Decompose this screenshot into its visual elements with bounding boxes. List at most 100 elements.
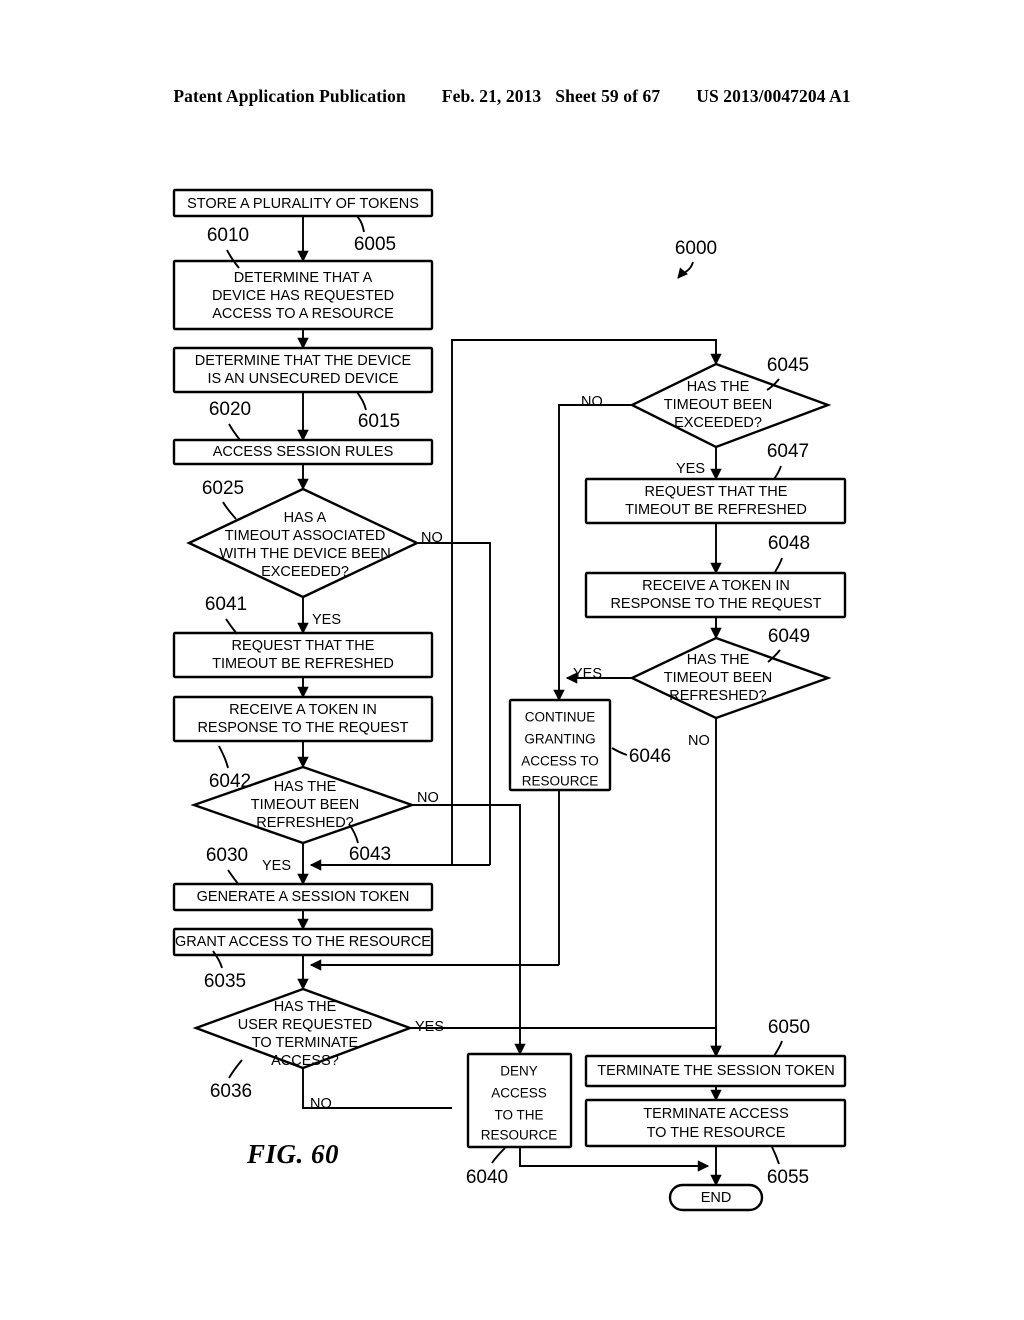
branch-6049-yes: YES — [573, 666, 602, 682]
node-6040-line2: ACCESS — [491, 1086, 547, 1101]
branch-6045-no: NO — [581, 394, 603, 410]
node-6055-line2: TO THE RESOURCE — [647, 1125, 786, 1141]
node-6049-line2: TIMEOUT BEEN — [664, 670, 773, 686]
ref-6045: 6045 — [767, 355, 809, 376]
node-6055-line1: TERMINATE ACCESS — [643, 1106, 789, 1122]
node-6049-line3: REFRESHED? — [669, 688, 767, 704]
node-6043-line3: REFRESHED? — [256, 815, 354, 831]
ref-6047: 6047 — [767, 441, 809, 462]
node-6047-line1: REQUEST THAT THE — [645, 484, 788, 500]
node-6042-line2: RESPONSE TO THE REQUEST — [197, 720, 408, 736]
node-6046-line1: CONTINUE — [525, 710, 596, 725]
node-6043-line2: TIMEOUT BEEN — [251, 797, 360, 813]
node-6040-line4: RESOURCE — [481, 1128, 558, 1143]
edge-6045-no-6046 — [553, 404, 632, 702]
branch-6043-no: NO — [417, 790, 439, 806]
leader-6055 — [771, 1146, 780, 1165]
node-6045: HAS THE TIMEOUT BEEN EXCEEDED? — [629, 362, 832, 449]
leader-6040 — [491, 1147, 506, 1164]
node-6010: DETERMINE THAT A DEVICE HAS REQUESTED AC… — [172, 259, 434, 331]
node-6005-line1: STORE A PLURALITY OF TOKENS — [187, 196, 419, 212]
node-6015-line2: IS AN UNSECURED DEVICE — [208, 371, 399, 387]
ref-6040: 6040 — [466, 1167, 508, 1188]
leader-6036 — [228, 1059, 243, 1079]
node-6025-line2: TIMEOUT ASSOCIATED — [225, 528, 386, 544]
node-6042: RECEIVE A TOKEN IN RESPONSE TO THE REQUE… — [172, 695, 434, 743]
node-6045-line3: EXCEEDED? — [674, 415, 762, 431]
node-6046: CONTINUE GRANTING ACCESS TO RESOURCE — [508, 698, 612, 792]
node-6036-line2: USER REQUESTED — [238, 1017, 373, 1033]
edge-6036-yes — [410, 1027, 722, 1058]
node-6030-line1: GENERATE A SESSION TOKEN — [197, 889, 410, 905]
node-6015: DETERMINE THAT THE DEVICE IS AN UNSECURE… — [172, 346, 434, 394]
node-6036-line4: ACCESS? — [271, 1053, 339, 1069]
leader-6000 — [677, 261, 694, 279]
ref-6036: 6036 — [210, 1081, 252, 1102]
ref-6000: 6000 — [675, 238, 717, 259]
ref-6020: 6020 — [209, 399, 251, 420]
ref-6015: 6015 — [358, 411, 400, 432]
node-6025-line3: WITH THE DEVICE BEEN — [219, 546, 390, 562]
branch-6043-yes: YES — [262, 858, 291, 874]
node-6045-line2: TIMEOUT BEEN — [664, 397, 773, 413]
leader-6047 — [773, 465, 782, 480]
ref-6042: 6042 — [209, 771, 251, 792]
node-6047: REQUEST THAT THE TIMEOUT BE REFRESHED — [584, 477, 847, 525]
leader-6046 — [611, 747, 628, 756]
node-6040-line1: DENY — [500, 1064, 538, 1079]
node-6025-line1: HAS A — [284, 510, 327, 526]
node-6005: STORE A PLURALITY OF TOKENS — [172, 188, 434, 218]
leader-6041 — [225, 618, 238, 635]
node-6048-line2: RESPONSE TO THE REQUEST — [610, 596, 821, 612]
ref-6005: 6005 — [354, 234, 396, 255]
ref-6025: 6025 — [202, 478, 244, 499]
node-6036-line1: HAS THE — [274, 999, 337, 1015]
ref-6041: 6041 — [205, 594, 247, 615]
patent-page: Patent Application Publication Feb. 21, … — [0, 0, 1024, 1320]
node-6020: ACCESS SESSION RULES — [172, 438, 434, 466]
node-6015-line1: DETERMINE THAT THE DEVICE — [195, 353, 412, 369]
leader-6005 — [356, 215, 365, 233]
node-6036: HAS THE USER REQUESTED TO TERMINATE ACCE… — [192, 987, 414, 1070]
node-6043-line1: HAS THE — [274, 779, 337, 795]
leader-6050 — [773, 1040, 783, 1057]
leader-6048 — [774, 557, 783, 573]
ref-6055: 6055 — [767, 1167, 809, 1188]
node-6025-line4: EXCEEDED? — [261, 564, 349, 580]
node-6035: GRANT ACCESS TO THE RESOURCE — [172, 927, 434, 957]
ref-6030: 6030 — [206, 845, 248, 866]
node-6046-line4: RESOURCE — [522, 774, 599, 789]
node-6035-line1: GRANT ACCESS TO THE RESOURCE — [175, 934, 431, 950]
ref-6010: 6010 — [207, 225, 249, 246]
node-6040-line3: TO THE — [494, 1108, 543, 1123]
ref-6049: 6049 — [768, 626, 810, 647]
node-6047-line2: TIMEOUT BE REFRESHED — [625, 502, 807, 518]
node-6049: HAS THE TIMEOUT BEEN REFRESHED? — [629, 636, 832, 720]
node-end-label: END — [701, 1190, 732, 1206]
node-6040: DENY ACCESS TO THE RESOURCE — [466, 1052, 573, 1149]
node-6020-line1: ACCESS SESSION RULES — [213, 444, 394, 460]
node-6042-line1: RECEIVE A TOKEN IN — [229, 702, 377, 718]
node-6030: GENERATE A SESSION TOKEN — [172, 882, 434, 912]
ref-6050: 6050 — [768, 1017, 810, 1038]
node-6010-line2: DEVICE HAS REQUESTED — [212, 288, 394, 304]
ref-6035: 6035 — [204, 971, 246, 992]
node-6050: TERMINATE THE SESSION TOKEN — [584, 1054, 847, 1088]
node-6046-line3: ACCESS TO — [521, 754, 599, 769]
ref-6046: 6046 — [629, 746, 671, 767]
node-end: END — [668, 1183, 764, 1212]
node-6046-line2: GRANTING — [524, 732, 595, 747]
leader-6020 — [228, 423, 241, 441]
branch-6025-no: NO — [421, 530, 443, 546]
edge-6040-end — [519, 1147, 710, 1172]
node-6049-line1: HAS THE — [687, 652, 750, 668]
node-6036-line3: TO TERMINATE — [252, 1035, 359, 1051]
branch-6049-no: NO — [688, 733, 710, 749]
node-6045-line1: HAS THE — [687, 379, 750, 395]
branch-6036-no: NO — [310, 1096, 332, 1112]
branch-6045-yes: YES — [676, 461, 705, 477]
flowchart-diagram: STORE A PLURALITY OF TOKENS DETERMINE TH… — [172, 188, 847, 1212]
leader-6025 — [222, 501, 237, 520]
ref-6043: 6043 — [349, 844, 391, 865]
leader-6015 — [356, 391, 367, 411]
